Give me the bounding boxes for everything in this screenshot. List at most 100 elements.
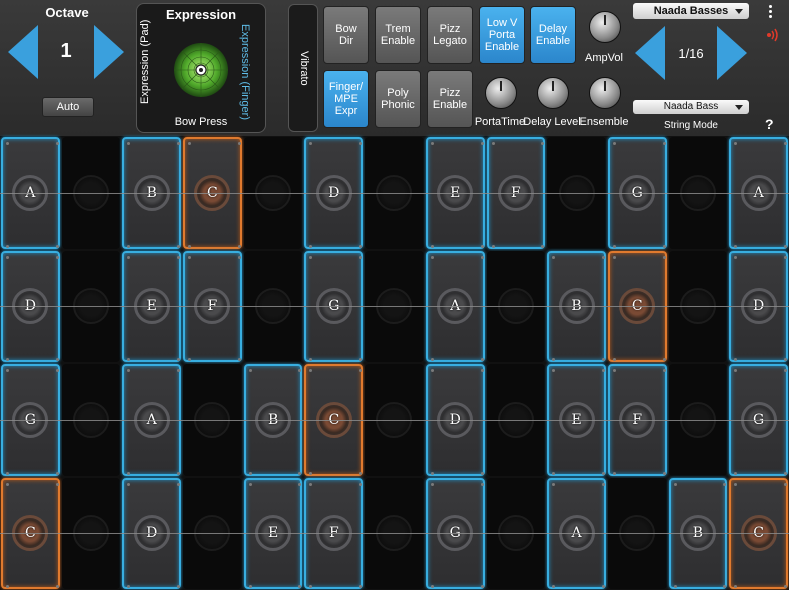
screw-icon: [127, 255, 131, 259]
screw-icon: [359, 369, 363, 372]
screw-icon: [662, 255, 666, 259]
portatime-knob[interactable]: [485, 77, 517, 109]
screw-icon: [734, 244, 738, 248]
screw-icon: [541, 142, 545, 145]
more-menu-icon[interactable]: [766, 4, 776, 20]
trem-enable-button[interactable]: Trem Enable: [375, 6, 421, 64]
screw-icon: [552, 369, 556, 372]
screw-icon: [601, 369, 605, 372]
screw-icon: [248, 471, 252, 475]
screw-icon: [6, 255, 9, 259]
bow-press-label: Bow Press: [174, 116, 228, 128]
finger-mpe-expr-button[interactable]: Finger/ MPE Expr: [323, 70, 369, 128]
low-v-porta-enable-button[interactable]: Low V Porta Enable: [479, 6, 525, 64]
screw-icon: [6, 369, 9, 372]
chevron-down-icon: [735, 9, 743, 14]
help-icon[interactable]: ?: [765, 116, 774, 132]
screw-icon: [177, 369, 181, 372]
expression-pad[interactable]: Expression Expression (Pad) Expression (…: [136, 3, 266, 133]
delay-level-knob[interactable]: [537, 77, 569, 109]
screw-icon: [248, 482, 252, 486]
auto-button[interactable]: Auto: [42, 97, 94, 117]
screw-icon: [783, 255, 787, 259]
screw-icon: [55, 471, 59, 475]
screw-icon: [309, 244, 313, 248]
broadcast-icon[interactable]: [764, 28, 780, 42]
screw-icon: [188, 244, 192, 248]
screw-icon: [188, 255, 192, 259]
string-mode-label: String Mode: [664, 120, 718, 131]
screw-icon: [237, 142, 241, 145]
screw-icon: [359, 585, 363, 588]
octave-value: 1: [60, 40, 72, 62]
screw-icon: [6, 244, 9, 248]
screw-icon: [491, 244, 495, 248]
screw-icon: [783, 471, 787, 475]
screw-icon: [177, 358, 181, 361]
screw-icon: [480, 482, 484, 486]
screw-icon: [430, 482, 434, 486]
screw-icon: [248, 369, 252, 372]
screw-icon: [6, 585, 9, 588]
screw-icon: [6, 482, 9, 486]
control-bar: Octave 1 Auto Expression Expression (Pad…: [0, 0, 789, 136]
preset-next-arrow-icon[interactable]: [717, 26, 747, 80]
preset-name: Naada Basses: [653, 5, 729, 17]
screw-icon: [430, 244, 434, 248]
screw-icon: [552, 255, 556, 259]
app-window: Octave 1 Auto Expression Expression (Pad…: [0, 0, 789, 590]
screw-icon: [480, 255, 484, 259]
screw-icon: [662, 358, 666, 361]
screw-icon: [612, 244, 616, 248]
pizz-enable-button[interactable]: Pizz Enable: [427, 70, 473, 128]
screw-icon: [734, 585, 738, 588]
ensemble-label: Ensemble: [579, 116, 629, 128]
screw-icon: [552, 482, 556, 486]
preset-prev-arrow-icon[interactable]: [635, 26, 665, 80]
screw-icon: [55, 369, 59, 372]
screw-icon: [430, 358, 434, 361]
screw-icon: [55, 358, 59, 361]
screw-icon: [55, 244, 59, 248]
screw-icon: [734, 255, 738, 259]
screw-icon: [359, 244, 363, 248]
screw-icon: [177, 244, 181, 248]
screw-icon: [177, 142, 181, 145]
ampvol-knob[interactable]: [589, 11, 621, 43]
poly-phonic-button[interactable]: Poly Phonic: [375, 70, 421, 128]
screw-icon: [662, 244, 666, 248]
octave-up-arrow-icon[interactable]: [94, 25, 124, 79]
bow-dir-button[interactable]: Bow Dir: [323, 6, 369, 64]
screw-icon: [55, 482, 59, 486]
screw-icon: [237, 255, 241, 259]
screw-icon: [783, 358, 787, 361]
screw-icon: [309, 369, 313, 372]
note-grid[interactable]: ABCDEFGADEFGABCDGABCDEFGCDEFGABC: [0, 136, 789, 590]
expression-title: Expression: [165, 7, 237, 22]
screw-icon: [612, 255, 616, 259]
octave-down-arrow-icon[interactable]: [8, 25, 38, 79]
preset-dropdown[interactable]: Naada Basses: [633, 3, 749, 19]
screw-icon: [612, 369, 616, 372]
expression-target-icon: [174, 43, 228, 97]
string-mode-value: Naada Bass: [663, 101, 719, 112]
screw-icon: [127, 369, 131, 372]
screw-icon: [601, 585, 605, 588]
screw-icon: [552, 585, 556, 588]
screw-icon: [248, 585, 252, 588]
string-mode-dropdown[interactable]: Naada Bass: [633, 100, 749, 114]
screw-icon: [734, 142, 738, 145]
screw-icon: [480, 142, 484, 145]
screw-icon: [662, 142, 666, 145]
preset-page: 1/16: [678, 46, 704, 61]
pizz-legato-button[interactable]: Pizz Legato: [427, 6, 473, 64]
ensemble-knob[interactable]: [589, 77, 621, 109]
delay-enable-button[interactable]: Delay Enable: [530, 6, 576, 64]
screw-icon: [298, 482, 302, 486]
screw-icon: [480, 471, 484, 475]
screw-icon: [783, 482, 787, 486]
vibrato-strip[interactable]: Vibrato: [288, 4, 318, 132]
screw-icon: [783, 142, 787, 145]
screw-icon: [734, 482, 738, 486]
screw-icon: [430, 471, 434, 475]
